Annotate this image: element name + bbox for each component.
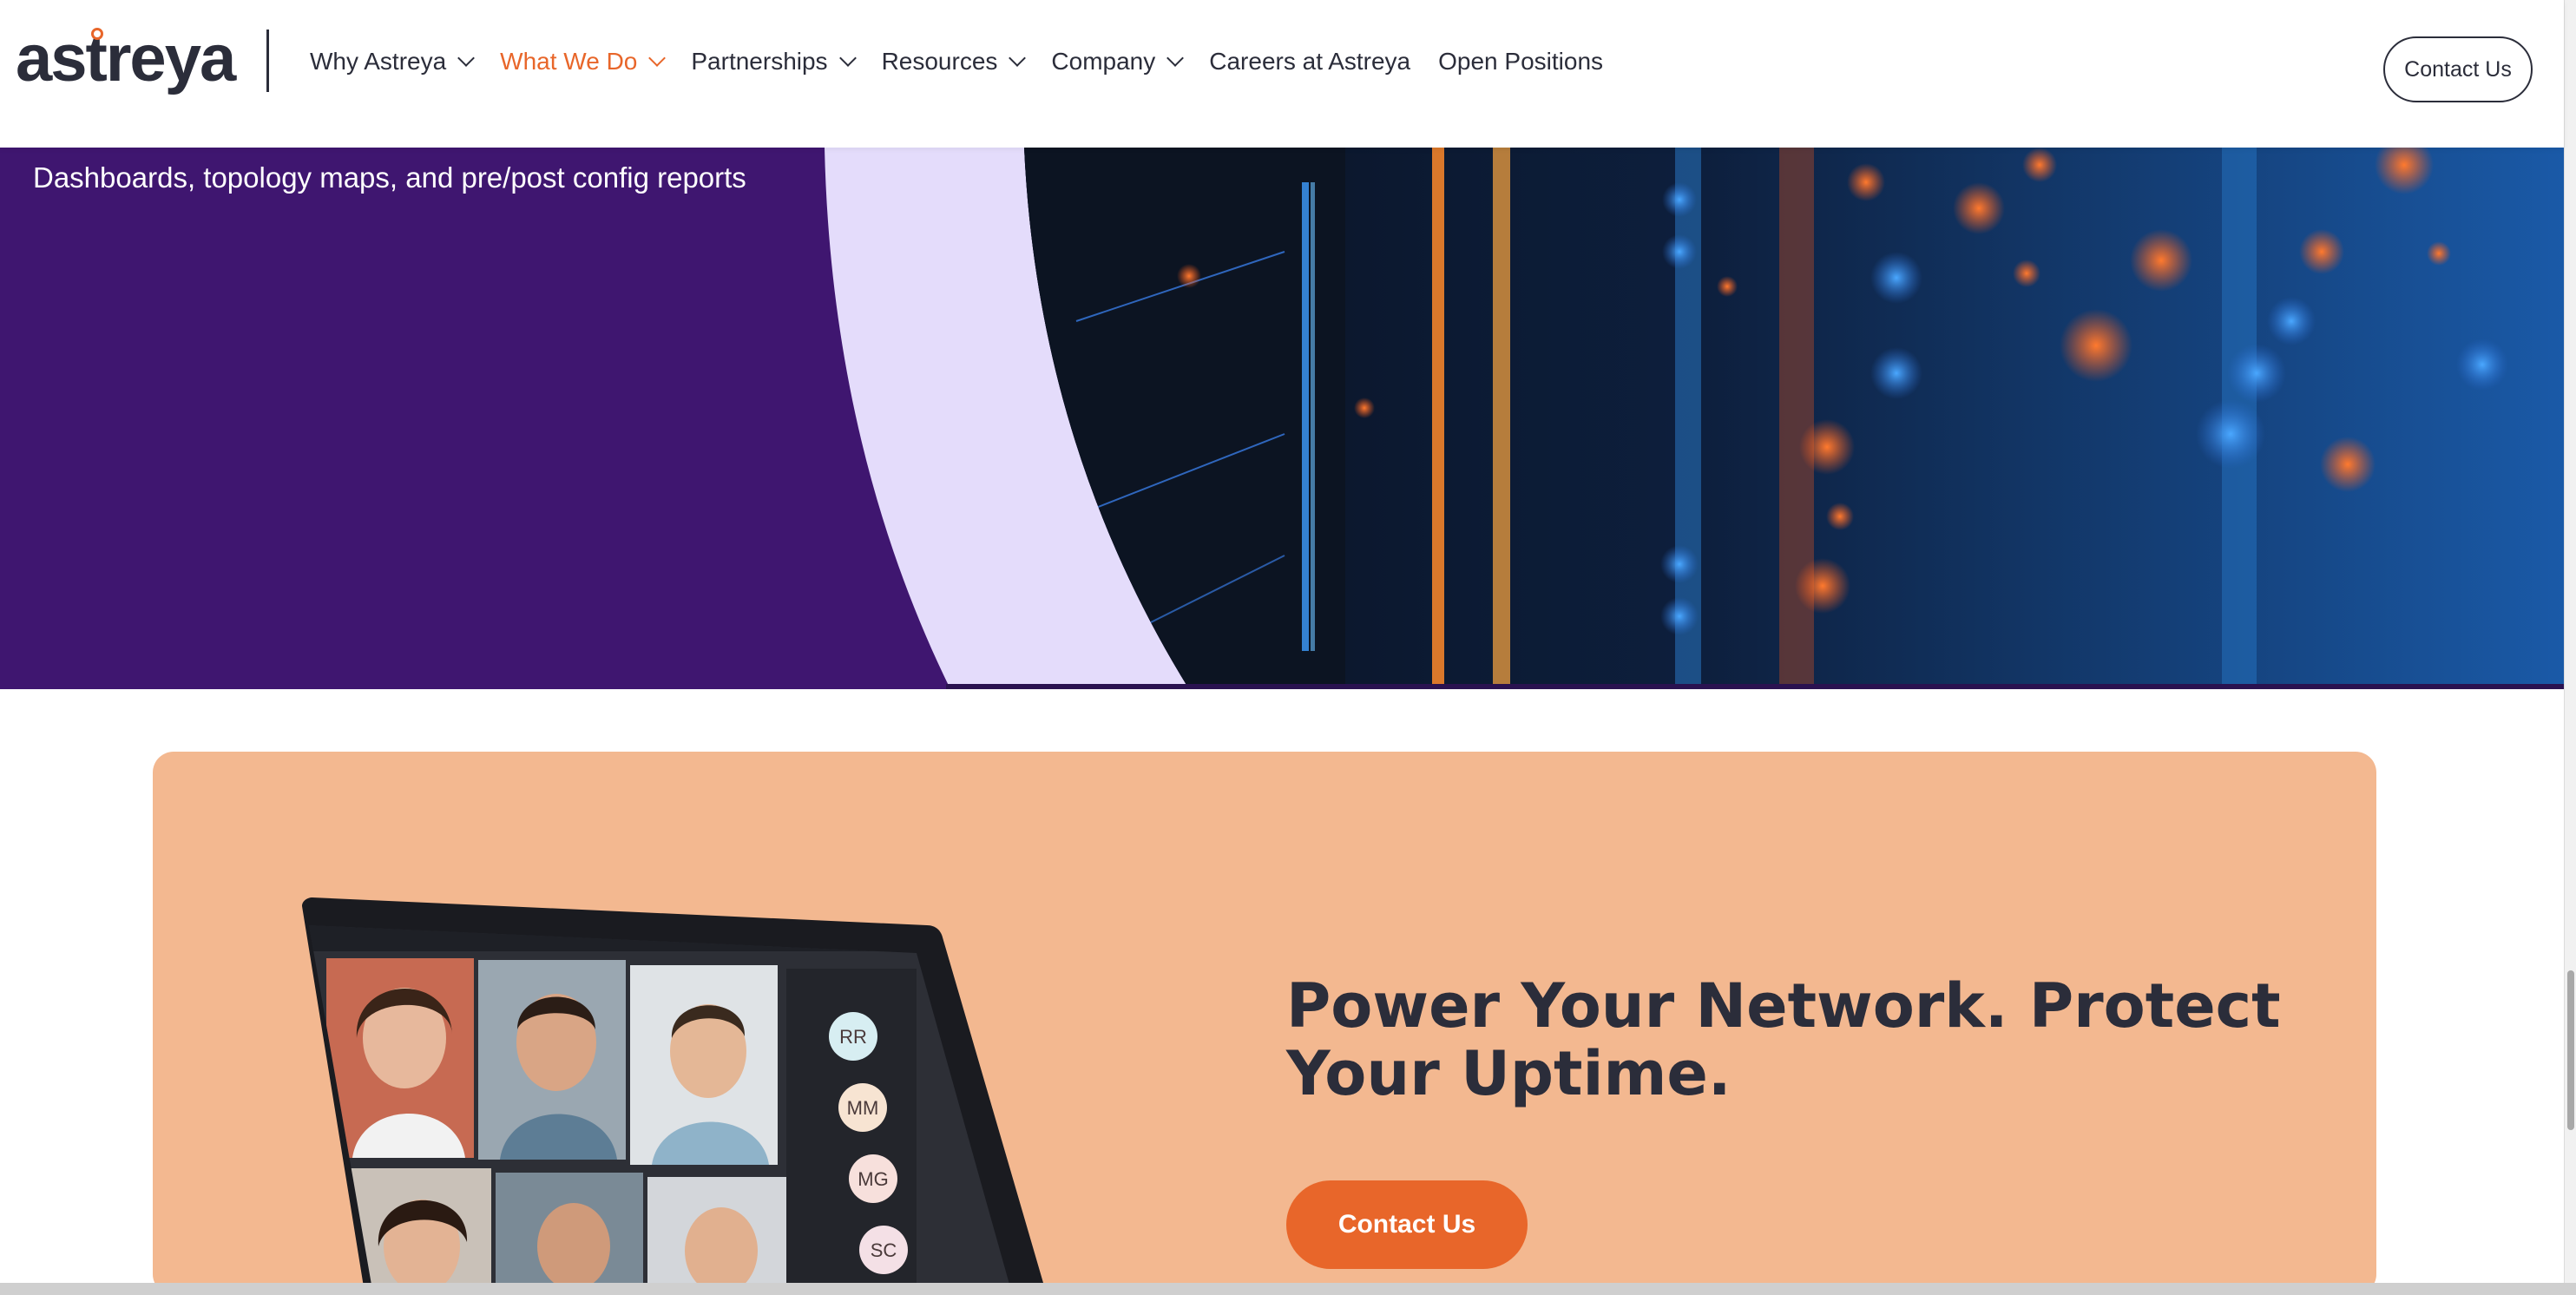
cta-card: RR MM MG SC Power Your Network. Protect … <box>153 752 2376 1295</box>
contact-us-cta-button[interactable]: Contact Us <box>1286 1180 1528 1269</box>
nav-label: What We Do <box>500 48 638 75</box>
chevron-down-icon <box>648 49 667 67</box>
nav-resources[interactable]: Resources <box>881 48 1027 76</box>
contact-us-header-button[interactable]: Contact Us <box>2383 36 2533 102</box>
nav-label: Why Astreya <box>310 48 447 75</box>
nav-why-astreya[interactable]: Why Astreya <box>310 48 476 76</box>
astreya-logo[interactable]: astreya <box>16 22 236 95</box>
hero-bullet-text: Dashboards, topology maps, and pre/post … <box>33 161 746 194</box>
vertical-scrollbar-thumb[interactable] <box>2567 970 2574 1130</box>
chevron-down-icon <box>457 49 476 67</box>
server-rack-image <box>825 148 2564 689</box>
logo-divider <box>266 30 269 92</box>
nav-what-we-do[interactable]: What We Do <box>500 48 667 76</box>
avatar-sc: SC <box>871 1239 897 1261</box>
hero-section: Dashboards, topology maps, and pre/post … <box>0 148 2564 689</box>
nav-partnerships[interactable]: Partnerships <box>691 48 857 76</box>
avatar-mm: MM <box>847 1097 879 1119</box>
nav-company[interactable]: Company <box>1051 48 1185 76</box>
chevron-down-icon <box>838 49 857 67</box>
laptop-video-call-image: RR MM MG SC <box>302 897 1048 1295</box>
nav-open-positions[interactable]: Open Positions <box>1438 48 1603 76</box>
nav-label: Open Positions <box>1438 48 1604 75</box>
cta-heading: Power Your Network. Protect Your Uptime. <box>1286 970 2281 1109</box>
nav-label: Careers at Astreya <box>1209 48 1411 75</box>
chevron-down-icon <box>1166 49 1185 67</box>
site-header: astreya Why Astreya What We Do Partnersh… <box>0 0 2564 148</box>
avatar-mg: MG <box>858 1168 888 1190</box>
logo-wordmark: astreya <box>16 22 236 95</box>
main-nav: Why Astreya What We Do Partnerships Reso… <box>310 43 1631 80</box>
nav-label: Resources <box>881 48 998 75</box>
nav-careers[interactable]: Careers at Astreya <box>1209 48 1410 76</box>
horizontal-scrollbar[interactable] <box>0 1283 2576 1295</box>
nav-label: Company <box>1051 48 1156 75</box>
avatar-rr: RR <box>839 1026 867 1048</box>
chevron-down-icon <box>1009 49 1027 67</box>
logo-accent-dot <box>91 28 103 40</box>
nav-label: Partnerships <box>691 48 828 75</box>
